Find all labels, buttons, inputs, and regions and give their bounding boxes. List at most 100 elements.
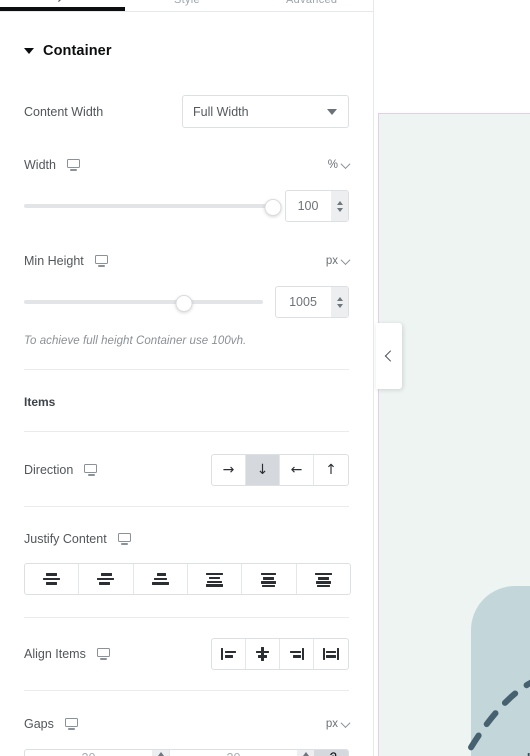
desktop-icon[interactable] [66, 159, 81, 171]
min-height-number-input[interactable]: 1005 [275, 286, 349, 318]
justify-content-label: Justify Content [24, 532, 107, 546]
justify-space-evenly-icon [314, 572, 332, 588]
arrow-left-icon: ← [290, 462, 303, 478]
divider [24, 617, 349, 618]
min-height-slider[interactable] [24, 291, 263, 313]
collapse-panel-button[interactable] [376, 323, 402, 389]
caret-down-icon[interactable] [336, 303, 343, 308]
width-unit-switcher[interactable]: % [327, 158, 351, 171]
arrow-up-icon: ↑ [325, 462, 337, 478]
tab-advanced[interactable]: Advanced [249, 0, 373, 11]
min-height-unit-value: px [325, 255, 338, 267]
align-stretch-icon [323, 647, 339, 661]
row-justify-content: Justify Content [24, 524, 349, 554]
gaps-inputs: 20 20 [24, 749, 349, 756]
justify-space-around-button[interactable] [242, 564, 297, 594]
justify-start-button[interactable] [25, 564, 80, 594]
gaps-label-group: Gaps [24, 717, 79, 731]
direction-column-reversed-button[interactable]: ↑ [314, 455, 348, 485]
min-height-slider-row: 1005 [24, 286, 349, 318]
justify-center-button[interactable] [79, 564, 134, 594]
row-width: Width % [24, 150, 351, 180]
desktop-icon[interactable] [117, 533, 132, 545]
min-height-slider-knob[interactable] [175, 294, 193, 312]
section-header-container[interactable]: Container [24, 25, 349, 77]
align-center-button[interactable] [246, 639, 280, 669]
min-height-label-group: Min Height [24, 254, 109, 268]
justify-end-icon [151, 572, 169, 586]
link-icon [329, 752, 336, 756]
caret-up-icon[interactable] [157, 752, 164, 756]
tab-layout-label: Layout [45, 0, 80, 2]
justify-center-icon [97, 572, 115, 586]
panel-body: Container Content Width Full Width Width… [0, 13, 373, 756]
gaps-column-spinner[interactable] [152, 750, 169, 756]
gaps-column-value: 20 [25, 750, 152, 756]
content-width-select[interactable]: Full Width [182, 95, 349, 128]
width-slider[interactable] [24, 195, 282, 217]
tab-style[interactable]: Style [125, 0, 250, 11]
align-stretch-button[interactable] [314, 639, 348, 669]
gaps-link-toggle[interactable] [314, 750, 348, 756]
items-heading: Items [24, 395, 56, 409]
align-end-icon [289, 647, 305, 661]
justify-space-between-button[interactable] [188, 564, 243, 594]
gaps-unit-switcher[interactable]: px [325, 717, 351, 730]
width-unit-value: % [327, 159, 338, 171]
tab-layout[interactable]: Layout [0, 0, 125, 11]
gaps-row-spinner[interactable] [297, 750, 314, 756]
row-direction: Direction → ↓ ← ↑ [24, 454, 349, 486]
chevron-down-icon [340, 158, 351, 169]
row-gaps: Gaps px [24, 709, 351, 739]
divider [24, 506, 349, 507]
desktop-icon[interactable] [96, 648, 111, 660]
justify-start-icon [43, 572, 61, 586]
width-label: Width [24, 158, 56, 172]
align-start-button[interactable] [212, 639, 246, 669]
justify-end-button[interactable] [134, 564, 188, 594]
direction-row-button[interactable]: → [212, 455, 246, 485]
caret-up-icon[interactable] [302, 752, 309, 756]
justify-space-between-icon [206, 572, 224, 587]
selected-container-outline[interactable]: U K [378, 113, 530, 756]
direction-row-reversed-button[interactable]: ← [280, 455, 314, 485]
caret-up-icon[interactable] [336, 296, 343, 301]
row-align-items: Align Items [24, 638, 349, 670]
tab-advanced-label: Advanced [286, 0, 338, 6]
caret-down-icon[interactable] [336, 207, 343, 212]
min-height-unit-switcher[interactable]: px [325, 254, 351, 267]
min-height-spinner[interactable] [331, 287, 348, 317]
width-number-input[interactable]: 100 [285, 190, 349, 222]
width-label-group: Width [24, 158, 81, 172]
justify-content-choices [24, 563, 351, 595]
align-start-icon [220, 647, 237, 661]
width-spinner[interactable] [331, 191, 348, 221]
caret-up-icon[interactable] [336, 200, 343, 205]
width-slider-knob[interactable] [264, 198, 282, 216]
width-value: 100 [297, 199, 319, 213]
desktop-icon[interactable] [94, 255, 109, 267]
justify-space-around-icon [260, 572, 277, 588]
desktop-icon[interactable] [64, 718, 79, 730]
justify-space-evenly-button[interactable] [297, 564, 350, 594]
gaps-label: Gaps [24, 717, 54, 731]
tab-style-label: Style [174, 0, 200, 6]
align-items-label-group: Align Items [24, 647, 111, 661]
width-slider-row: 100 [24, 190, 349, 222]
desktop-icon[interactable] [84, 464, 98, 476]
panel-tabs: Layout Style Advanced [0, 0, 373, 12]
arrow-down-icon: ↓ [256, 462, 269, 478]
canvas-preview: U K [374, 0, 530, 756]
gaps-column-input[interactable]: 20 [25, 750, 170, 756]
divider [24, 369, 349, 370]
divider [24, 690, 349, 691]
align-end-button[interactable] [280, 639, 314, 669]
align-center-icon [255, 647, 271, 661]
gaps-row-input[interactable]: 20 [170, 750, 314, 756]
direction-column-button[interactable]: ↓ [246, 455, 280, 485]
justify-content-label-group: Justify Content [24, 532, 132, 546]
section-title: Container [43, 43, 112, 59]
min-height-slider-track [24, 300, 263, 304]
row-min-height: Min Height px [24, 246, 351, 276]
gaps-unit-value: px [325, 718, 338, 730]
